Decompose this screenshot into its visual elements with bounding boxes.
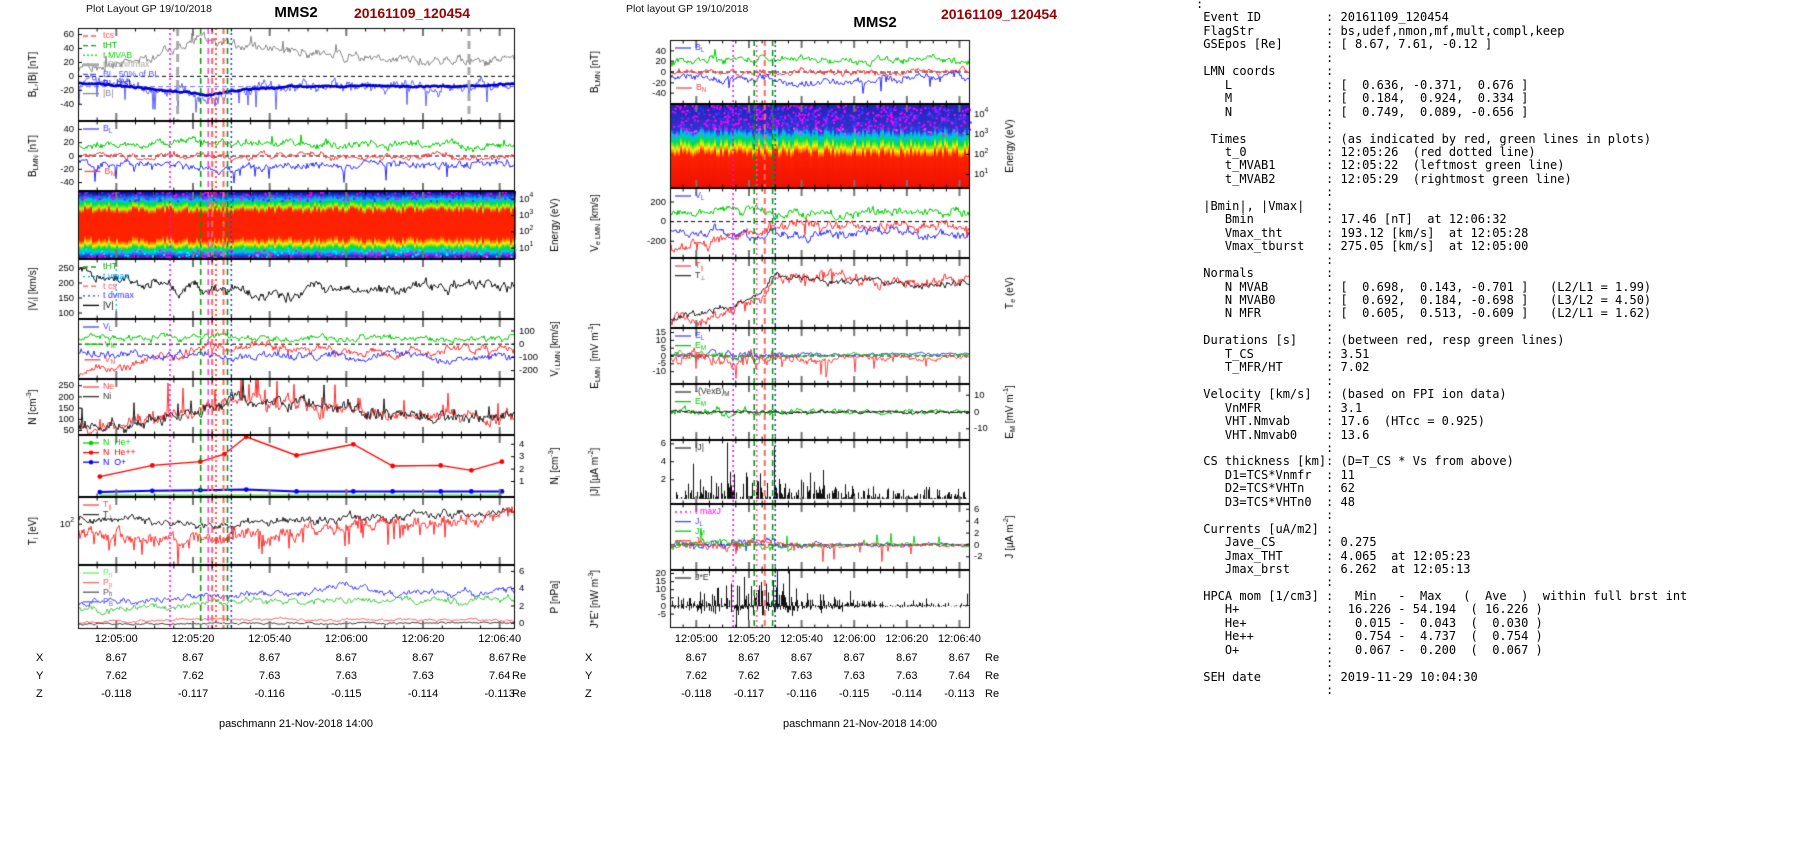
ephemeris-value: 8.67 — [685, 652, 708, 664]
ephemeris-value: 7.63 — [896, 670, 918, 682]
ephemeris-row-label: X — [585, 652, 593, 664]
layout-version-label: Plot layout GP 19/10/2018 — [626, 3, 749, 15]
time-tick-label: 12:05:20 — [727, 633, 771, 645]
ephemeris-row-label: Y — [36, 670, 44, 682]
ephemeris-unit: Re — [512, 652, 527, 664]
time-tick-label: 12:06:00 — [324, 633, 368, 645]
ephemeris-value: 7.62 — [685, 670, 708, 682]
ephemeris-value: -0.114 — [407, 688, 439, 700]
time-tick-label: 12:06:20 — [401, 633, 445, 645]
ephemeris-unit: Re — [985, 652, 1000, 664]
ephemeris-row-label: X — [36, 652, 44, 664]
ephemeris-value: -0.116 — [786, 688, 817, 700]
time-tick-label: 12:05:00 — [674, 633, 718, 645]
ephemeris-value: -0.118 — [101, 688, 132, 700]
ephemeris-value: -0.116 — [254, 688, 285, 700]
middle-plot-footer: paschmann 21-Nov-2018 14:00 — [782, 718, 938, 730]
ephemeris-value: -0.117 — [177, 688, 209, 700]
ephemeris-value: -0.118 — [681, 688, 712, 700]
event-id-label: 20161109_120454 — [353, 5, 470, 21]
ephemeris-unit: Re — [512, 688, 527, 700]
ephemeris-value: 7.63 — [412, 670, 434, 682]
time-tick-label: 12:06:20 — [885, 633, 929, 645]
left-plot-canvas[interactable] — [0, 24, 560, 632]
quicklook-window: Plot Layout GP 19/10/2018 MMS2 20161109_… — [0, 0, 1804, 841]
ephemeris-value: 7.63 — [790, 670, 813, 682]
ephemeris-value: 7.63 — [335, 670, 358, 682]
ephemeris-value: 8.67 — [488, 652, 511, 664]
time-tick-label: 12:05:20 — [171, 633, 215, 645]
event-info-panel: : Event ID : 20161109_120454 FlagStr : b… — [1196, 0, 1688, 698]
ephemeris-value: 8.67 — [105, 652, 128, 664]
time-tick-label: 12:06:40 — [478, 633, 522, 645]
ephemeris-unit: Re — [512, 670, 527, 682]
ephemeris-value: 7.64 — [948, 670, 971, 682]
ephemeris-value: 7.63 — [258, 670, 281, 682]
ephemeris-value: -0.114 — [891, 688, 923, 700]
ephemeris-unit: Re — [985, 688, 1000, 700]
ephemeris-value: -0.115 — [331, 688, 362, 700]
ephemeris-row-label: Y — [585, 670, 593, 682]
layout-version-label: Plot Layout GP 19/10/2018 — [86, 3, 212, 15]
ephemeris-unit: Re — [985, 670, 1000, 682]
spacecraft-title: MMS2 — [274, 4, 318, 21]
left-plot-footer: paschmann 21-Nov-2018 14:00 — [218, 718, 374, 730]
ephemeris-value: 8.67 — [948, 652, 971, 664]
ephemeris-value: 8.67 — [182, 652, 204, 664]
middle-plot-column: Plot layout GP 19/10/2018 MMS2 20161109_… — [560, 0, 1080, 841]
ephemeris-value: 7.62 — [105, 670, 128, 682]
ephemeris-value: 8.67 — [843, 652, 865, 664]
ephemeris-value: 8.67 — [258, 652, 281, 664]
ephemeris-value: 8.67 — [896, 652, 918, 664]
middle-plot-canvas[interactable] — [560, 24, 1080, 632]
time-tick-label: 12:06:00 — [832, 633, 876, 645]
ephemeris-value: 7.63 — [843, 670, 865, 682]
time-tick-label: 12:06:40 — [938, 633, 981, 645]
left-plot-column: Plot Layout GP 19/10/2018 MMS2 20161109_… — [0, 0, 560, 841]
ephemeris-value: 8.67 — [738, 652, 760, 664]
ephemeris-value: 7.62 — [182, 670, 204, 682]
ephemeris-value: 7.62 — [738, 670, 760, 682]
ephemeris-value: -0.117 — [733, 688, 765, 700]
time-tick-label: 12:05:40 — [780, 633, 823, 645]
ephemeris-value: 8.67 — [790, 652, 813, 664]
ephemeris-row-label: Z — [585, 688, 592, 700]
ephemeris-value: -0.113 — [484, 688, 515, 700]
ephemeris-value: -0.113 — [944, 688, 975, 700]
ephemeris-value: -0.115 — [839, 688, 870, 700]
ephemeris-value: 7.64 — [488, 670, 511, 682]
event-id-label: 20161109_120454 — [940, 6, 1057, 22]
ephemeris-value: 8.67 — [335, 652, 358, 664]
time-tick-label: 12:05:40 — [248, 633, 292, 645]
ephemeris-value: 8.67 — [412, 652, 434, 664]
time-tick-label: 12:05:00 — [94, 633, 138, 645]
ephemeris-row-label: Z — [36, 688, 43, 700]
